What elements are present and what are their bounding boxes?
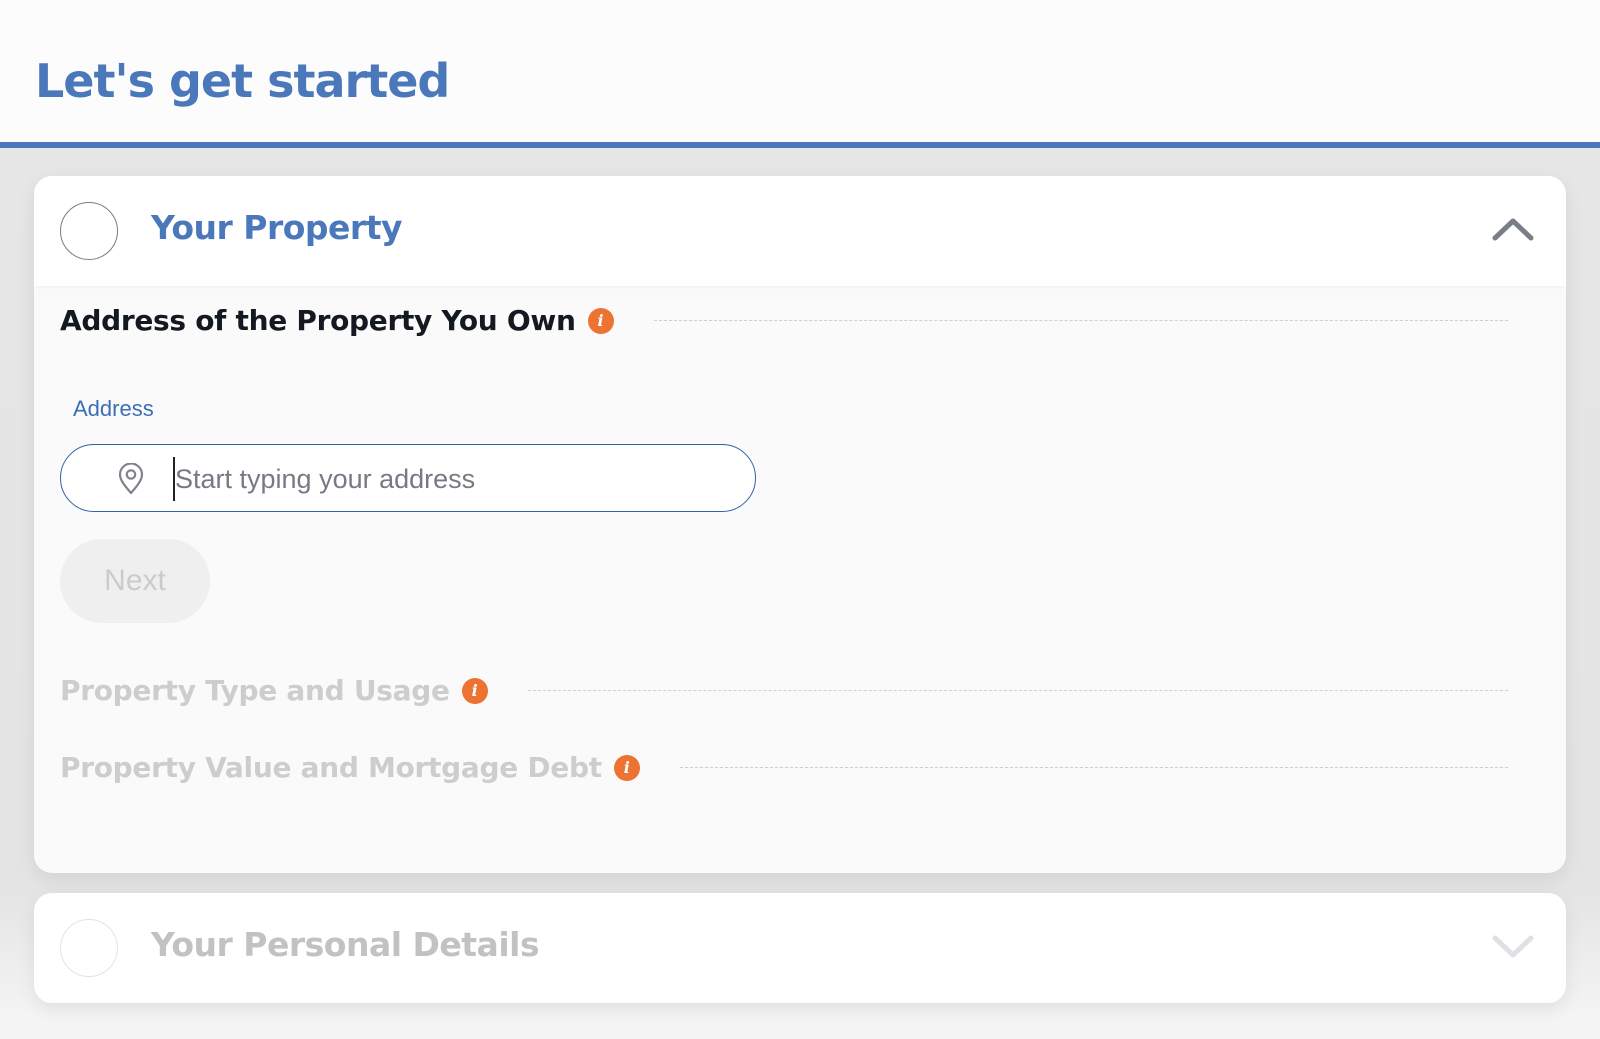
section-title: Property Value and Mortgage Debt [60, 751, 602, 784]
section-title: Property Type and Usage [60, 674, 450, 707]
page-header: Let's get started [0, 0, 1600, 148]
section-title: Address of the Property You Own [60, 304, 576, 337]
next-button[interactable]: Next [60, 539, 210, 623]
address-input[interactable] [173, 457, 733, 501]
map-pin-icon [118, 463, 144, 495]
section-property-type[interactable]: Property Type and Usage i [60, 674, 1508, 707]
info-icon[interactable]: i [613, 754, 640, 781]
info-icon[interactable]: i [461, 677, 488, 704]
address-label: Address [73, 396, 154, 421]
section-divider [527, 690, 1508, 691]
section-property-value[interactable]: Property Value and Mortgage Debt i [60, 751, 1508, 784]
step-header-personal-details[interactable]: Your Personal Details [34, 893, 1566, 1003]
section-address: Address of the Property You Own i [60, 304, 1508, 337]
chevron-up-icon[interactable] [1490, 214, 1536, 244]
step-card-personal-details: Your Personal Details [34, 893, 1566, 1003]
info-icon[interactable]: i [587, 307, 614, 334]
chevron-down-icon[interactable] [1490, 931, 1536, 961]
step-title: Your Personal Details [151, 925, 540, 964]
step-card-your-property: Your Property Address of the Property Yo… [34, 176, 1566, 873]
section-divider [653, 320, 1508, 321]
page-title: Let's get started [35, 54, 450, 108]
step-title: Your Property [151, 208, 403, 247]
step-header-your-property[interactable]: Your Property [34, 176, 1566, 286]
step-status-circle [60, 202, 118, 260]
section-divider [679, 767, 1508, 768]
address-input-wrapper[interactable] [60, 444, 756, 512]
step-status-circle [60, 919, 118, 977]
